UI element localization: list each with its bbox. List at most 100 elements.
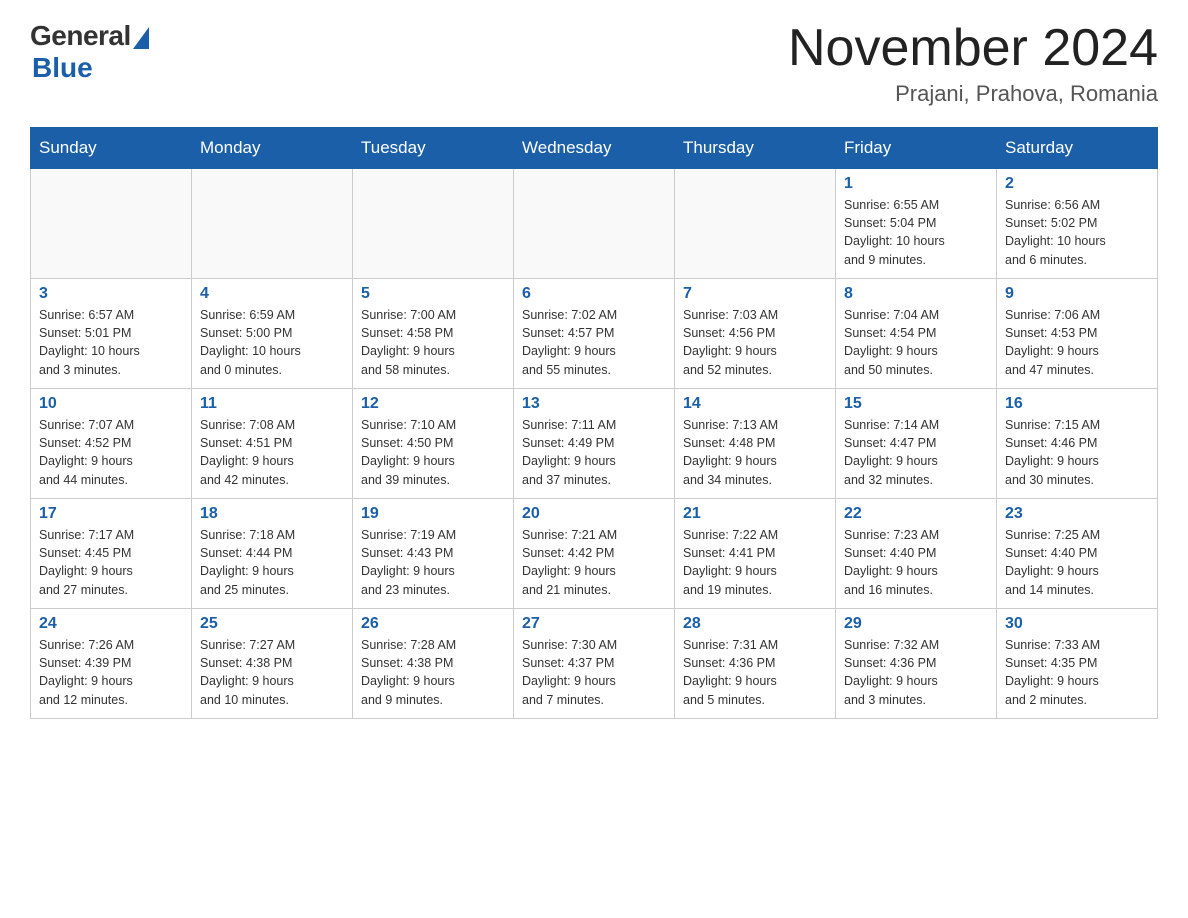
- day-info: Sunrise: 7:10 AMSunset: 4:50 PMDaylight:…: [361, 416, 505, 489]
- calendar-week-1: 1 Sunrise: 6:55 AMSunset: 5:04 PMDaylight…: [31, 169, 1158, 279]
- day-info: Sunrise: 7:11 AMSunset: 4:49 PMDaylight:…: [522, 416, 666, 489]
- day-number: 11: [200, 395, 344, 413]
- calendar-cell: 19 Sunrise: 7:19 AMSunset: 4:43 PMDayligh…: [353, 499, 514, 609]
- page-header: General Blue November 2024 Prajani, Prah…: [30, 20, 1158, 107]
- day-info: Sunrise: 7:15 AMSunset: 4:46 PMDaylight:…: [1005, 416, 1149, 489]
- day-info: Sunrise: 7:03 AMSunset: 4:56 PMDaylight:…: [683, 306, 827, 379]
- day-info: Sunrise: 7:23 AMSunset: 4:40 PMDaylight:…: [844, 526, 988, 599]
- day-number: 26: [361, 615, 505, 633]
- day-number: 12: [361, 395, 505, 413]
- calendar-cell: 7 Sunrise: 7:03 AMSunset: 4:56 PMDaylight…: [675, 279, 836, 389]
- calendar-cell: 30 Sunrise: 7:33 AMSunset: 4:35 PMDayligh…: [997, 609, 1158, 719]
- day-number: 17: [39, 505, 183, 523]
- day-number: 30: [1005, 615, 1149, 633]
- logo-blue-text: Blue: [32, 52, 93, 84]
- day-number: 6: [522, 285, 666, 303]
- calendar-cell: 14Sunrise: 7:13 AMSunset: 4:48 PMDayligh…: [675, 389, 836, 499]
- day-number: 5: [361, 285, 505, 303]
- calendar-cell: 2 Sunrise: 6:56 AMSunset: 5:02 PMDaylight…: [997, 169, 1158, 279]
- day-info: Sunrise: 7:33 AMSunset: 4:35 PMDaylight:…: [1005, 636, 1149, 709]
- calendar-week-4: 17 Sunrise: 7:17 AMSunset: 4:45 PMDayligh…: [31, 499, 1158, 609]
- day-header-thursday: Thursday: [675, 128, 836, 169]
- calendar-cell: [31, 169, 192, 279]
- day-number: 3: [39, 285, 183, 303]
- day-info: Sunrise: 7:02 AMSunset: 4:57 PMDaylight:…: [522, 306, 666, 379]
- calendar-cell: 11 Sunrise: 7:08 AMSunset: 4:51 PMDayligh…: [192, 389, 353, 499]
- day-number: 24: [39, 615, 183, 633]
- day-info: Sunrise: 7:14 AMSunset: 4:47 PMDaylight:…: [844, 416, 988, 489]
- day-info: Sunrise: 6:55 AMSunset: 5:04 PMDaylight:…: [844, 196, 988, 269]
- day-info: Sunrise: 7:22 AMSunset: 4:41 PMDaylight:…: [683, 526, 827, 599]
- day-header-tuesday: Tuesday: [353, 128, 514, 169]
- day-info: Sunrise: 7:06 AMSunset: 4:53 PMDaylight:…: [1005, 306, 1149, 379]
- day-number: 29: [844, 615, 988, 633]
- day-number: 22: [844, 505, 988, 523]
- day-number: 23: [1005, 505, 1149, 523]
- calendar-cell: 6 Sunrise: 7:02 AMSunset: 4:57 PMDaylight…: [514, 279, 675, 389]
- day-info: Sunrise: 7:07 AMSunset: 4:52 PMDaylight:…: [39, 416, 183, 489]
- day-info: Sunrise: 7:28 AMSunset: 4:38 PMDaylight:…: [361, 636, 505, 709]
- calendar-cell: 26 Sunrise: 7:28 AMSunset: 4:38 PMDayligh…: [353, 609, 514, 719]
- calendar-cell: [514, 169, 675, 279]
- day-info: Sunrise: 7:13 AMSunset: 4:48 PMDaylight:…: [683, 416, 827, 489]
- day-info: Sunrise: 7:19 AMSunset: 4:43 PMDaylight:…: [361, 526, 505, 599]
- day-info: Sunrise: 6:57 AMSunset: 5:01 PMDaylight:…: [39, 306, 183, 379]
- calendar-cell: 10Sunrise: 7:07 AMSunset: 4:52 PMDayligh…: [31, 389, 192, 499]
- logo: General Blue: [30, 20, 149, 84]
- day-header-sunday: Sunday: [31, 128, 192, 169]
- day-number: 7: [683, 285, 827, 303]
- calendar-week-2: 3 Sunrise: 6:57 AMSunset: 5:01 PMDaylight…: [31, 279, 1158, 389]
- calendar-cell: [192, 169, 353, 279]
- day-info: Sunrise: 7:21 AMSunset: 4:42 PMDaylight:…: [522, 526, 666, 599]
- calendar-cell: 4 Sunrise: 6:59 AMSunset: 5:00 PMDaylight…: [192, 279, 353, 389]
- day-info: Sunrise: 6:59 AMSunset: 5:00 PMDaylight:…: [200, 306, 344, 379]
- day-number: 2: [1005, 175, 1149, 193]
- calendar-cell: 29 Sunrise: 7:32 AMSunset: 4:36 PMDayligh…: [836, 609, 997, 719]
- calendar-cell: 20Sunrise: 7:21 AMSunset: 4:42 PMDayligh…: [514, 499, 675, 609]
- day-number: 21: [683, 505, 827, 523]
- month-title: November 2024: [788, 20, 1158, 77]
- calendar-cell: 28 Sunrise: 7:31 AMSunset: 4:36 PMDayligh…: [675, 609, 836, 719]
- calendar-cell: [675, 169, 836, 279]
- calendar-cell: 9 Sunrise: 7:06 AMSunset: 4:53 PMDaylight…: [997, 279, 1158, 389]
- day-info: Sunrise: 7:32 AMSunset: 4:36 PMDaylight:…: [844, 636, 988, 709]
- logo-general-text: General: [30, 20, 131, 52]
- day-info: Sunrise: 7:30 AMSunset: 4:37 PMDaylight:…: [522, 636, 666, 709]
- day-number: 19: [361, 505, 505, 523]
- calendar-week-3: 10Sunrise: 7:07 AMSunset: 4:52 PMDayligh…: [31, 389, 1158, 499]
- calendar-cell: 5 Sunrise: 7:00 AMSunset: 4:58 PMDaylight…: [353, 279, 514, 389]
- calendar-cell: 13 Sunrise: 7:11 AMSunset: 4:49 PMDayligh…: [514, 389, 675, 499]
- calendar-header-row: SundayMondayTuesdayWednesdayThursdayFrid…: [31, 128, 1158, 169]
- day-number: 28: [683, 615, 827, 633]
- calendar-cell: [353, 169, 514, 279]
- day-number: 4: [200, 285, 344, 303]
- calendar-cell: 25 Sunrise: 7:27 AMSunset: 4:38 PMDayligh…: [192, 609, 353, 719]
- day-info: Sunrise: 7:04 AMSunset: 4:54 PMDaylight:…: [844, 306, 988, 379]
- day-header-wednesday: Wednesday: [514, 128, 675, 169]
- title-section: November 2024 Prajani, Prahova, Romania: [788, 20, 1158, 107]
- day-header-saturday: Saturday: [997, 128, 1158, 169]
- day-number: 8: [844, 285, 988, 303]
- day-info: Sunrise: 6:56 AMSunset: 5:02 PMDaylight:…: [1005, 196, 1149, 269]
- day-number: 25: [200, 615, 344, 633]
- calendar-cell: 17 Sunrise: 7:17 AMSunset: 4:45 PMDayligh…: [31, 499, 192, 609]
- day-number: 27: [522, 615, 666, 633]
- calendar-week-5: 24 Sunrise: 7:26 AMSunset: 4:39 PMDayligh…: [31, 609, 1158, 719]
- day-info: Sunrise: 7:27 AMSunset: 4:38 PMDaylight:…: [200, 636, 344, 709]
- day-info: Sunrise: 7:08 AMSunset: 4:51 PMDaylight:…: [200, 416, 344, 489]
- day-number: 1: [844, 175, 988, 193]
- calendar-cell: 18Sunrise: 7:18 AMSunset: 4:44 PMDayligh…: [192, 499, 353, 609]
- calendar-cell: 12 Sunrise: 7:10 AMSunset: 4:50 PMDayligh…: [353, 389, 514, 499]
- day-info: Sunrise: 7:31 AMSunset: 4:36 PMDaylight:…: [683, 636, 827, 709]
- day-info: Sunrise: 7:26 AMSunset: 4:39 PMDaylight:…: [39, 636, 183, 709]
- day-info: Sunrise: 7:17 AMSunset: 4:45 PMDaylight:…: [39, 526, 183, 599]
- day-number: 16: [1005, 395, 1149, 413]
- calendar-cell: 24 Sunrise: 7:26 AMSunset: 4:39 PMDayligh…: [31, 609, 192, 719]
- location: Prajani, Prahova, Romania: [788, 81, 1158, 107]
- day-number: 18: [200, 505, 344, 523]
- day-number: 9: [1005, 285, 1149, 303]
- calendar-cell: 23Sunrise: 7:25 AMSunset: 4:40 PMDayligh…: [997, 499, 1158, 609]
- day-info: Sunrise: 7:00 AMSunset: 4:58 PMDaylight:…: [361, 306, 505, 379]
- day-number: 13: [522, 395, 666, 413]
- day-header-friday: Friday: [836, 128, 997, 169]
